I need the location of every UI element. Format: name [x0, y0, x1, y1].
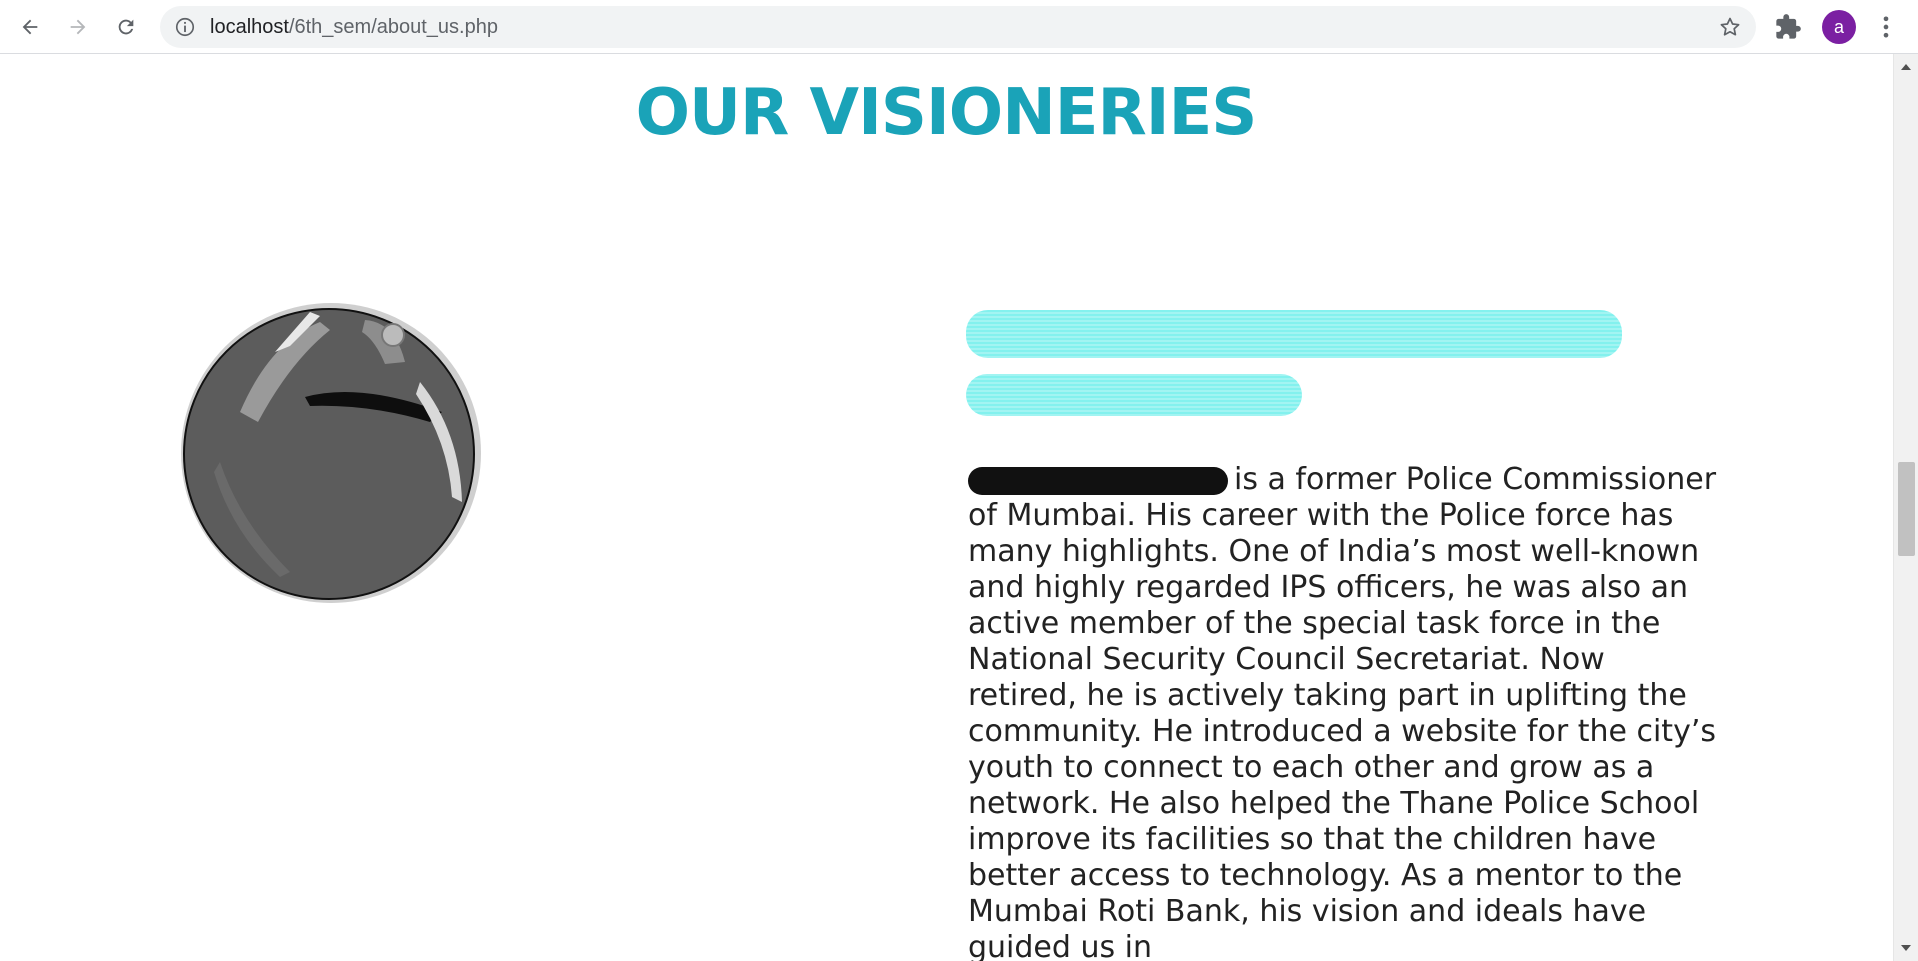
reload-button[interactable]: [110, 11, 142, 43]
back-button[interactable]: [14, 11, 46, 43]
redaction-mark: [966, 310, 1622, 358]
redaction-mark: [966, 374, 1302, 416]
scroll-down-arrow-icon[interactable]: [1901, 945, 1911, 951]
browser-toolbar: localhost/6th_sem/about_us.php a: [0, 0, 1918, 54]
forward-button[interactable]: [62, 11, 94, 43]
profile-bio: is a former Police Commissioner of Mumba…: [968, 462, 1718, 961]
puzzle-icon[interactable]: [1774, 13, 1802, 41]
url-path: /6th_sem/about_us.php: [288, 16, 498, 38]
scrollbar-thumb[interactable]: [1898, 462, 1915, 556]
url-text[interactable]: localhost/6th_sem/about_us.php: [210, 15, 498, 39]
profile-photo: [181, 303, 481, 603]
arrow-left-icon: [22, 19, 38, 35]
profile-bio-text: is a former Police Commissioner of Mumba…: [968, 462, 1717, 961]
redaction-mark: [968, 467, 1228, 495]
profile-name-heading: [966, 306, 1626, 476]
url-host: localhost: [210, 16, 289, 38]
avatar[interactable]: a: [1822, 10, 1856, 44]
page-title: OUR VISIONERIES: [635, 76, 1258, 150]
page-viewport: OUR VISIONERIES is a former Police Commi…: [0, 54, 1918, 961]
vertical-scrollbar[interactable]: [1893, 54, 1918, 961]
reload-icon: [118, 19, 134, 35]
star-icon[interactable]: [1718, 15, 1742, 39]
info-icon[interactable]: [174, 16, 196, 38]
scroll-up-arrow-icon[interactable]: [1901, 64, 1911, 70]
kebab-menu-icon[interactable]: [1872, 13, 1900, 41]
address-bar[interactable]: localhost/6th_sem/about_us.php: [160, 6, 1756, 48]
arrow-right-icon: [70, 19, 86, 35]
